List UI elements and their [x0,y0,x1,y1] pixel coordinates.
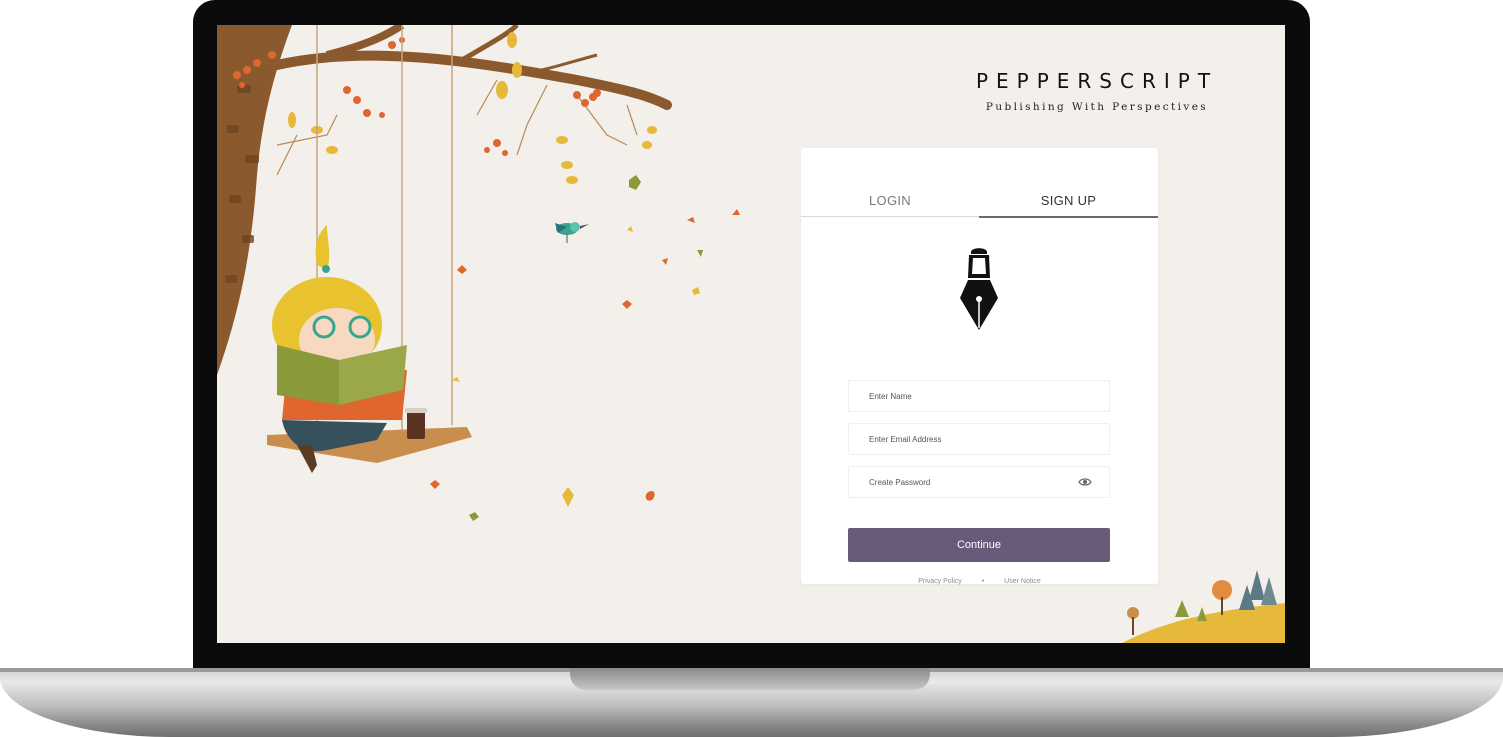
signup-card: LOGIN SIGN UP Continue Privacy Poli [801,148,1158,585]
password-input[interactable] [869,467,1069,497]
footer-separator: • [981,578,985,585]
user-notice-link[interactable]: User Notice [1004,578,1041,585]
app-screen: PEPPERSCRIPT Publishing With Perspective… [217,25,1285,643]
continue-button[interactable]: Continue [848,528,1110,562]
email-input[interactable] [869,424,1069,454]
eye-icon[interactable] [1078,477,1092,487]
brand-title: PEPPERSCRIPT [975,69,1219,93]
brand-tagline: Publishing With Perspectives [985,101,1209,113]
laptop-notch [570,668,930,690]
tab-signup[interactable]: SIGN UP [979,192,1158,218]
footer-links: Privacy Policy • User Notice [801,578,1158,585]
name-input[interactable] [869,381,1069,411]
password-field [848,466,1110,498]
fountain-pen-nib-icon [960,248,998,330]
email-field [848,423,1110,455]
auth-tabs: LOGIN SIGN UP [801,192,1158,218]
privacy-policy-link[interactable]: Privacy Policy [918,578,962,585]
name-field [848,380,1110,412]
tab-login[interactable]: LOGIN [801,192,979,217]
